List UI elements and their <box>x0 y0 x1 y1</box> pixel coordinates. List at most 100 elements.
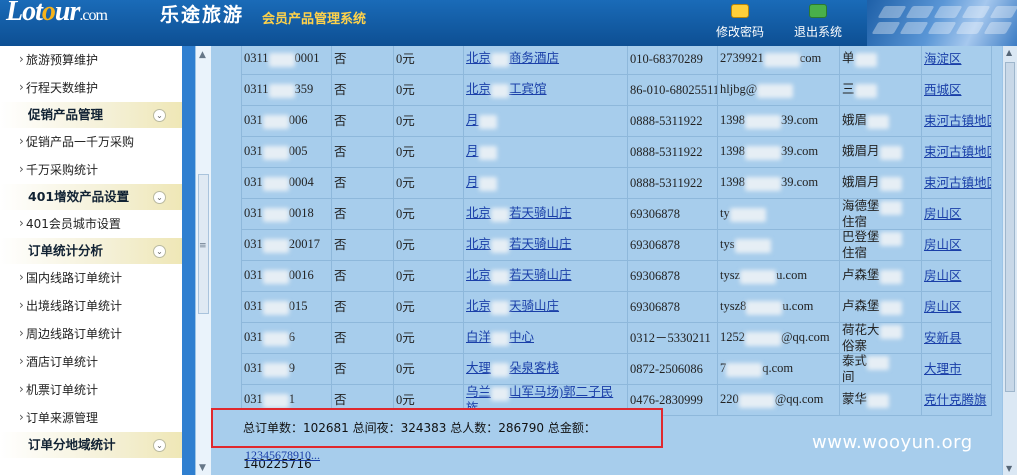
hotel-name-link[interactable]: 北京 商务酒店 <box>466 51 559 67</box>
address-cell: 蒙华 <box>839 384 922 416</box>
district-link[interactable]: 房山区 <box>924 207 962 221</box>
sidebar-item[interactable]: 401会员城市设置 <box>0 209 182 238</box>
chevron-down-icon[interactable]: ⌄ <box>153 109 166 122</box>
phone-cell: 0872-2506086 <box>627 353 718 385</box>
main-scroll-down-icon[interactable]: ▼ <box>1006 464 1012 473</box>
sidebar-group[interactable]: 401增效产品设置 ⌄ <box>0 184 182 210</box>
change-password-button[interactable]: 修改密码 <box>708 0 772 46</box>
hotel-name-link[interactable]: 北京 若天骑山庄 <box>466 268 572 284</box>
sidebar-item[interactable]: 出境线路订单统计 <box>0 291 182 320</box>
main-scroll-up-icon[interactable]: ▲ <box>1006 48 1012 57</box>
redacted-blur <box>738 393 775 408</box>
amount-value: 0元 <box>396 207 415 221</box>
chevron-down-icon[interactable]: ⌄ <box>153 439 166 452</box>
flag-cell: 否 <box>331 353 394 385</box>
hotel-name-link[interactable]: 北京 工宾馆 <box>466 82 547 98</box>
district-link[interactable]: 束河古镇地区 <box>924 145 991 159</box>
sidebar-item[interactable]: 促销产品一千万采购 <box>0 127 182 156</box>
sidebar-item[interactable]: 周边线路订单统计 <box>0 319 182 348</box>
table-row: 031 0004 否 0元 月 0888-5311922 1398 39.com 娥眉月 束河古镇… <box>241 167 992 199</box>
phone-cell: 010-68370289 <box>627 46 718 75</box>
hotel-name-link[interactable]: 月 <box>466 175 497 191</box>
product-id-cell: 031 0004 <box>241 167 332 199</box>
district-link[interactable]: 束河古镇地区 <box>924 114 991 128</box>
contact-start: ty <box>720 206 730 221</box>
hotel-name-link[interactable]: 月 <box>466 144 497 160</box>
sidebar-group[interactable]: 订单统计分析 ⌄ <box>0 238 182 264</box>
sidebar-item[interactable]: 订单来源管理 <box>0 403 182 432</box>
page-link[interactable]: 10 <box>299 448 311 462</box>
page-link[interactable]: ... <box>311 448 320 462</box>
sidebar-item[interactable]: 行程天数维护 <box>0 73 182 102</box>
product-id-cell: 031 015 <box>241 291 332 323</box>
sidebar-item[interactable]: 千万采购统计 <box>0 155 182 184</box>
redacted-blur <box>491 386 510 401</box>
main-scrollbar[interactable]: ▲ ▼ <box>1002 46 1017 475</box>
sidebar-item-label: 旅游预算维护 <box>26 53 99 67</box>
hotel-name-link[interactable]: 月 <box>466 113 497 129</box>
hotel-name-cell: 北京 工宾馆 <box>463 74 628 106</box>
sidebar-item-label: 酒店订单统计 <box>26 355 99 369</box>
sidebar-item-label: 促销产品一千万采购 <box>26 135 135 149</box>
redacted-blur <box>262 238 289 253</box>
hotel-name-end: 天骑山庄 <box>509 299 560 314</box>
chevron-down-icon[interactable]: ⌄ <box>153 191 166 204</box>
district-link[interactable]: 束河古镇地区 <box>924 176 991 190</box>
redacted-blur <box>745 331 781 346</box>
scroll-down-arrow-icon[interactable]: ▼ <box>199 463 206 473</box>
logout-button[interactable]: 退出系统 <box>786 0 850 46</box>
sidebar-item[interactable]: 旅游预算维护 <box>0 46 182 74</box>
district-link[interactable]: 西城区 <box>924 83 962 97</box>
hotel-name-link[interactable]: 北京 若天骑山庄 <box>466 237 572 253</box>
hotel-name-start: 北京 <box>466 82 492 97</box>
sidebar-group[interactable]: 订单分地域统计 ⌄ <box>0 432 182 458</box>
redacted-blur <box>262 362 289 377</box>
redacted-blur <box>879 300 902 315</box>
sidebar-group[interactable]: 促销产品管理 ⌄ <box>0 102 182 128</box>
address-cell: 荷花大 俗寨 <box>839 322 922 354</box>
district-link[interactable]: 大理市 <box>924 362 962 376</box>
redacted-blur <box>879 231 902 246</box>
sidebar-item[interactable]: 酒店订单统计 <box>0 347 182 376</box>
product-id-cell: 031 0016 <box>241 260 332 292</box>
district-link[interactable]: 房山区 <box>924 269 962 283</box>
redacted-blur <box>491 269 510 284</box>
keyboard-decoration <box>867 0 1017 46</box>
hotel-name-link[interactable]: 北京 天骑山庄 <box>466 299 560 315</box>
district-link[interactable]: 安新县 <box>924 331 962 345</box>
redacted-blur <box>268 52 295 67</box>
phone-value: 69306878 <box>630 300 680 314</box>
redacted-blur <box>491 331 510 346</box>
sidebar-scrollbar[interactable]: ▲ ≡ ▼ <box>195 46 211 475</box>
main-scroll-thumb[interactable] <box>1005 62 1015 392</box>
redacted-blur <box>478 114 497 129</box>
sidebar-item[interactable]: 机票订单统计 <box>0 375 182 404</box>
address-cell: 泰式间 <box>839 353 922 385</box>
sidebar-item[interactable]: 国内线路订单统计 <box>0 263 182 292</box>
hotel-name-start: 月 <box>466 175 479 190</box>
hotel-name-link[interactable]: 白洋 中心 <box>466 330 534 346</box>
hotel-name-cell: 大理 朵泉客栈 <box>463 353 628 385</box>
district-cell: 海淀区 <box>921 46 992 75</box>
chevron-down-icon[interactable]: ⌄ <box>153 245 166 258</box>
district-link[interactable]: 房山区 <box>924 238 962 252</box>
address-cell: 卢森堡 <box>839 260 922 292</box>
product-id-end: 0001 <box>294 51 320 66</box>
contact-end: com <box>799 51 822 66</box>
system-title: 会员产品管理系统 <box>262 12 367 27</box>
hotel-name-link[interactable]: 北京 若天骑山庄 <box>466 206 572 222</box>
flag-value: 否 <box>334 300 347 314</box>
scroll-up-arrow-icon[interactable]: ▲ <box>199 50 206 60</box>
table-row: 031 005 否 0元 月 0888-5311922 1398 39.com 娥眉月 束河古镇地… <box>241 136 992 168</box>
district-link[interactable]: 海淀区 <box>924 52 962 66</box>
district-link[interactable]: 克什克腾旗 <box>924 393 987 407</box>
redacted-blur <box>262 300 289 315</box>
address-start: 卢森堡 <box>842 299 880 314</box>
product-id-end: 015 <box>288 299 308 314</box>
amount-value: 0元 <box>396 300 415 314</box>
hotel-name-start: 北京 <box>466 299 492 314</box>
redacted-blur <box>491 52 510 67</box>
hotel-name-link[interactable]: 大理 朵泉客栈 <box>466 361 559 377</box>
district-link[interactable]: 房山区 <box>924 300 962 314</box>
amount-value: 0元 <box>396 83 415 97</box>
